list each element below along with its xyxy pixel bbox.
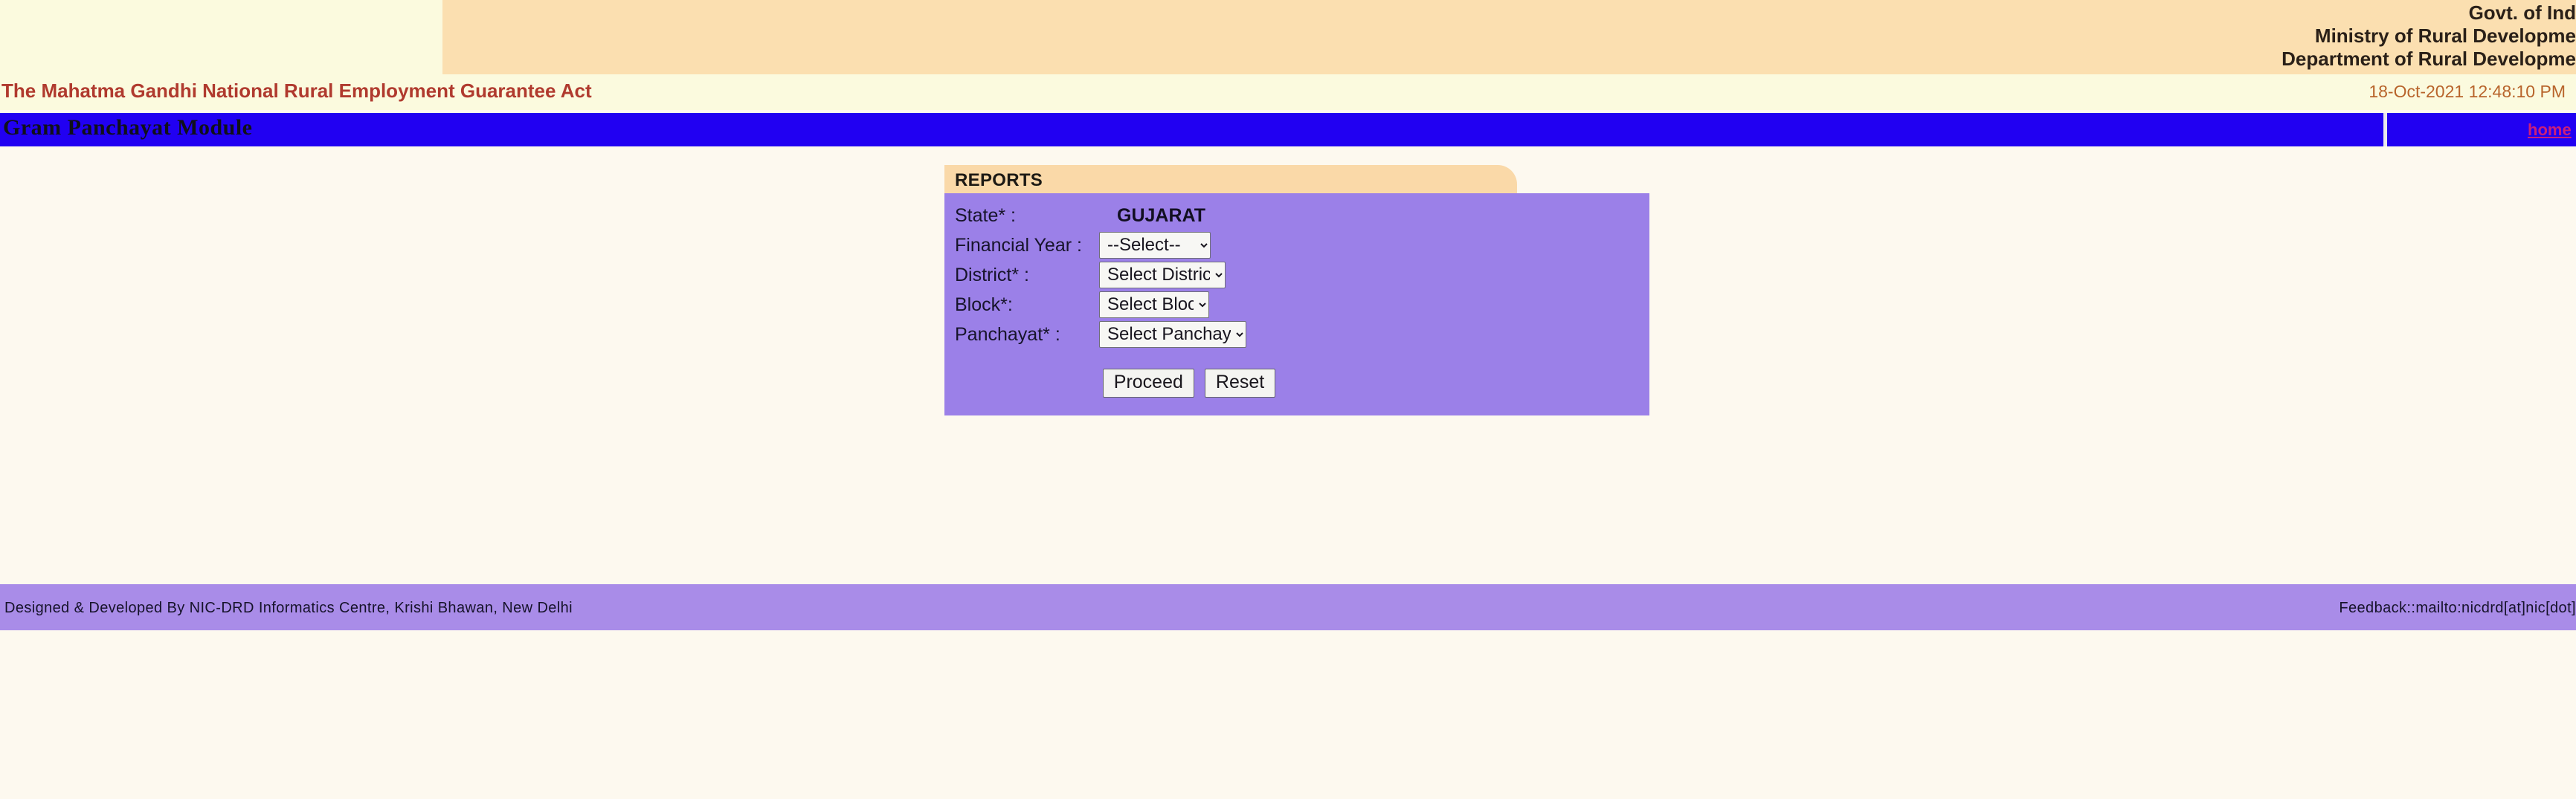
district-field: Select District [1099,262,1226,288]
block-select[interactable]: Select Block [1099,291,1209,318]
form-row-financial-year: Financial Year : --Select-- [944,230,1649,260]
footer-feedback-link[interactable]: Feedback::mailto:nicdrd[at]nic[dot] [2339,600,2576,617]
top-banner: Govt. of Ind Ministry of Rural Developme… [0,0,2576,74]
block-field: Select Block [1099,291,1209,318]
form-row-block: Block*: Select Block [944,290,1649,320]
state-label: State* : [955,204,1016,226]
district-label: District* : [955,264,1029,285]
financial-year-select[interactable]: --Select-- [1099,232,1211,259]
government-line-3: Department of Rural Developme [2282,48,2576,70]
module-title: Gram Panchayat Module [3,115,253,140]
government-line-1: Govt. of Ind [2468,1,2576,24]
act-title: The Mahatma Gandhi National Rural Employ… [1,80,592,102]
reset-button[interactable]: Reset [1204,369,1276,398]
home-link[interactable]: home [2528,120,2576,140]
reports-panel-header: REPORTS [944,165,1517,193]
state-value: GUJARAT [1117,204,1205,226]
reports-form: State* : GUJARAT Financial Year : --Sele… [944,193,1649,415]
district-select[interactable]: Select District [1099,262,1226,288]
reports-panel: REPORTS State* : GUJARAT Financial Year … [944,165,1649,415]
government-line-2: Ministry of Rural Developme [2314,25,2576,47]
government-heading: Govt. of Ind Ministry of Rural Developme… [442,1,2576,71]
proceed-button[interactable]: Proceed [1102,369,1194,398]
current-datetime: 18-Oct-2021 12:48:10 PM [2369,82,2566,101]
form-row-state: State* : GUJARAT [944,201,1649,230]
act-title-strip: The Mahatma Gandhi National Rural Employ… [0,74,2576,110]
panchayat-label: Panchayat* : [955,323,1060,345]
form-button-row: Proceed Reset [944,369,1649,398]
form-row-panchayat: Panchayat* : Select Panchayat [944,320,1649,349]
footer-credit: Designed & Developed By NIC-DRD Informat… [4,600,573,616]
form-row-district: District* : Select District [944,260,1649,290]
main-navbar [0,113,2576,146]
financial-year-label: Financial Year : [955,234,1082,256]
panchayat-field: Select Panchayat [1099,321,1246,348]
block-label: Block*: [955,294,1013,315]
financial-year-field: --Select-- [1099,232,1211,259]
navbar-divider [2383,113,2387,146]
reports-panel-title: REPORTS [955,170,1043,190]
page-footer: Designed & Developed By NIC-DRD Informat… [0,584,2576,630]
panchayat-select[interactable]: Select Panchayat [1099,321,1246,348]
